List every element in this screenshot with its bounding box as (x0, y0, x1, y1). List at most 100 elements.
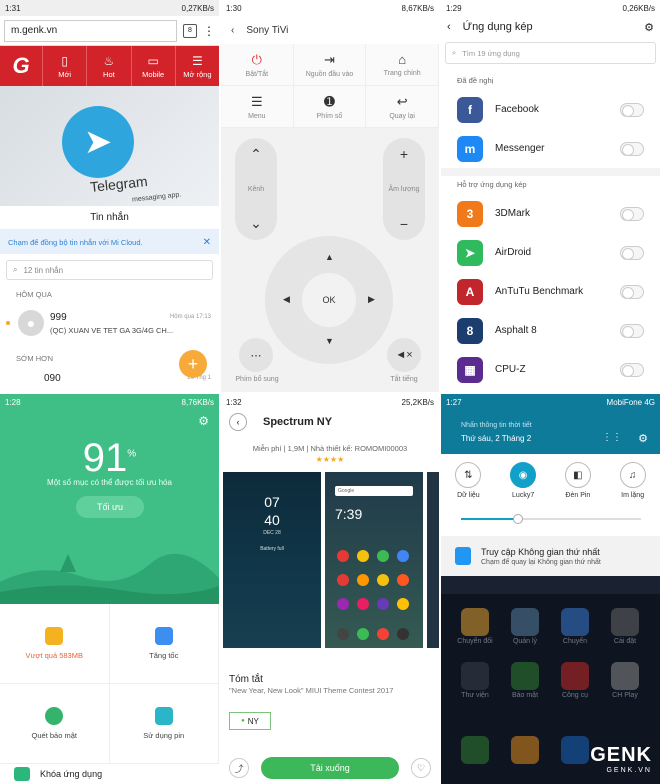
gear-icon[interactable]: ⚙ (198, 414, 209, 428)
dual-app-toggle[interactable] (620, 284, 644, 299)
app-row: 8 Asphalt 8 (441, 311, 660, 350)
menu-button[interactable]: ☰ Menu (221, 86, 294, 128)
right-arrow-icon[interactable]: ▶ (368, 294, 375, 305)
tab-count-button[interactable]: 8 (183, 23, 197, 38)
app-icon: 8 (457, 317, 483, 344)
input-source-button[interactable]: ⇥ Nguồn đầu vào (293, 44, 367, 86)
folder-icon (461, 608, 489, 636)
search-placeholder: Tìm 19 ứng dụng (462, 48, 520, 58)
back-button[interactable]: ↩ Quay lại (366, 86, 439, 128)
status-time: 1:27 (446, 397, 462, 407)
app-row: ➤ AirDroid (441, 233, 660, 272)
battery-tile[interactable]: Sử dụng pin (109, 684, 219, 764)
status-speed: 0,27KB/s (181, 3, 214, 13)
lock-date: DEC 28 (263, 530, 281, 536)
download-button[interactable]: Tải xuống (261, 757, 399, 779)
numpad-button[interactable]: ➊ Phím số (293, 86, 367, 128)
notification-card[interactable]: Truy cập Không gian thứ nhất Chạm để qua… (441, 536, 660, 576)
app-info: f Facebook (457, 96, 539, 123)
dual-app-toggle[interactable] (620, 362, 644, 377)
down-arrow-icon[interactable]: ▼ (325, 336, 334, 346)
toggle-flashlight[interactable]: ◧ Đèn Pin (564, 462, 591, 536)
left-arrow-icon[interactable]: ◀ (283, 294, 290, 305)
remote-title: Sony TiVi (246, 24, 289, 36)
next-preview (427, 472, 439, 648)
cleaner-tile[interactable]: Vượt quá 583MB (0, 604, 110, 684)
lock-minute: 40 (264, 512, 280, 528)
dual-app-toggle[interactable] (620, 323, 644, 338)
app-icon: f (457, 96, 483, 123)
slider-thumb[interactable] (513, 514, 523, 524)
close-icon[interactable]: ✕ (203, 237, 211, 248)
status-time: 1:31 (5, 3, 21, 13)
status-time: 1:28 (5, 397, 21, 407)
avatar: ● (18, 310, 44, 336)
flashlight-icon: ◧ (564, 462, 591, 488)
tag-label: NY (247, 716, 259, 726)
back-icon[interactable]: ‹ (447, 21, 451, 33)
download-bar: ⤴ Tải xuống ♡ (221, 752, 439, 784)
home-label: Quản lý (512, 638, 538, 645)
remote-grid: ⏻ Bật/Tắt ⇥ Nguồn đầu vào ⌂ Trang chính ☰ Me… (221, 44, 439, 128)
cloud-banner[interactable]: Chạm để đồng bộ tin nhắn với Mi Cloud. ✕ (0, 230, 219, 254)
status-bar: 1:32 25,2KB/s (221, 394, 439, 410)
back-icon[interactable]: ‹ (231, 25, 234, 36)
more-icon[interactable]: ⋮ (203, 24, 215, 38)
article-hero[interactable]: ➤ Telegram messaging app. (0, 86, 219, 206)
heart-icon[interactable]: ♡ (411, 758, 431, 778)
power-button[interactable]: ⏻ Bật/Tắt (221, 44, 294, 86)
dual-app-toggle[interactable] (620, 141, 644, 156)
app-info: 3 3DMark (457, 200, 531, 227)
toggle-data[interactable]: ⇅ Dữ liệu (455, 462, 482, 536)
dual-app-toggle[interactable] (620, 102, 644, 117)
nav-hot[interactable]: ♨ Hot (86, 46, 130, 86)
app-lock-row[interactable]: Khóa ứng dụng (0, 764, 219, 784)
plus-icon[interactable]: + (400, 146, 408, 162)
tag-chip[interactable]: ● NY (229, 712, 271, 730)
message-time: Hôm qua 17:13 (169, 314, 211, 320)
mute-button[interactable]: ◄× (387, 338, 421, 372)
section-yesterday: HÔM QUA (16, 290, 52, 299)
app-search[interactable]: ⌕ Tìm 19 ứng dụng (445, 42, 656, 64)
channel-label: Kênh (247, 185, 265, 193)
dual-app-toggle[interactable] (620, 245, 644, 260)
chevron-down-icon[interactable]: ⌄ (250, 215, 262, 232)
toggle-wifi[interactable]: ◉ Lucky7 (510, 462, 537, 536)
boost-tile[interactable]: Tăng tốc (109, 604, 219, 684)
ok-button[interactable]: OK (302, 273, 356, 327)
nav-new[interactable]: ▯ Mới (42, 46, 86, 86)
volume-label: Âm lượng (388, 185, 420, 193)
scan-tile[interactable]: Quét bảo mật (0, 684, 110, 764)
grid-icon[interactable]: ⋮⋮ (602, 432, 622, 443)
tools-icon (561, 662, 589, 690)
minus-icon[interactable]: − (400, 216, 408, 232)
screenshot-carousel[interactable]: 07 40 DEC 28 Battery full Google 7:39 (223, 472, 439, 648)
genk-logo[interactable]: G (0, 46, 42, 86)
up-arrow-icon[interactable]: ▲ (325, 252, 334, 262)
nav-mobile[interactable]: ▭ Mobile (130, 46, 175, 86)
brightness-slider[interactable] (461, 514, 641, 524)
share-icon[interactable]: ⤴ (229, 758, 249, 778)
home-button[interactable]: ⌂ Trang chính (366, 44, 439, 86)
back-button[interactable]: ‹ (229, 413, 247, 431)
power-icon: ⏻ (251, 51, 262, 67)
toggle-label: Im lặng (621, 492, 645, 499)
url-field[interactable]: m.genk.vn (4, 19, 177, 42)
menu-icon: ☰ (251, 93, 263, 109)
watermark-sub: GENK.VN (606, 767, 652, 774)
toggle-silent[interactable]: ♫ Im lặng (619, 462, 646, 536)
extra-keys-button[interactable]: ⋯ (239, 338, 273, 372)
message-item[interactable]: ● 999 Hôm qua 17:13 (QC) XUAN VE TET GA … (0, 302, 219, 344)
gear-icon[interactable]: ⚙ (644, 21, 654, 34)
battery-icon (154, 707, 173, 725)
compose-button[interactable]: + (179, 350, 207, 378)
dual-app-toggle[interactable] (620, 206, 644, 221)
messages-search[interactable]: ⌕ 12 tin nhắn (6, 260, 213, 280)
app-name: 3DMark (495, 208, 531, 219)
return-icon: ↩ (396, 93, 408, 109)
nav-more[interactable]: ☰ Mở rộng (174, 46, 219, 86)
optimize-button[interactable]: Tối ưu (76, 496, 144, 518)
gear-icon[interactable]: ⚙ (638, 432, 648, 445)
weather-hint[interactable]: Nhấn thông tin thời tiết (461, 422, 532, 429)
chevron-up-icon[interactable]: ⌃ (250, 146, 262, 163)
